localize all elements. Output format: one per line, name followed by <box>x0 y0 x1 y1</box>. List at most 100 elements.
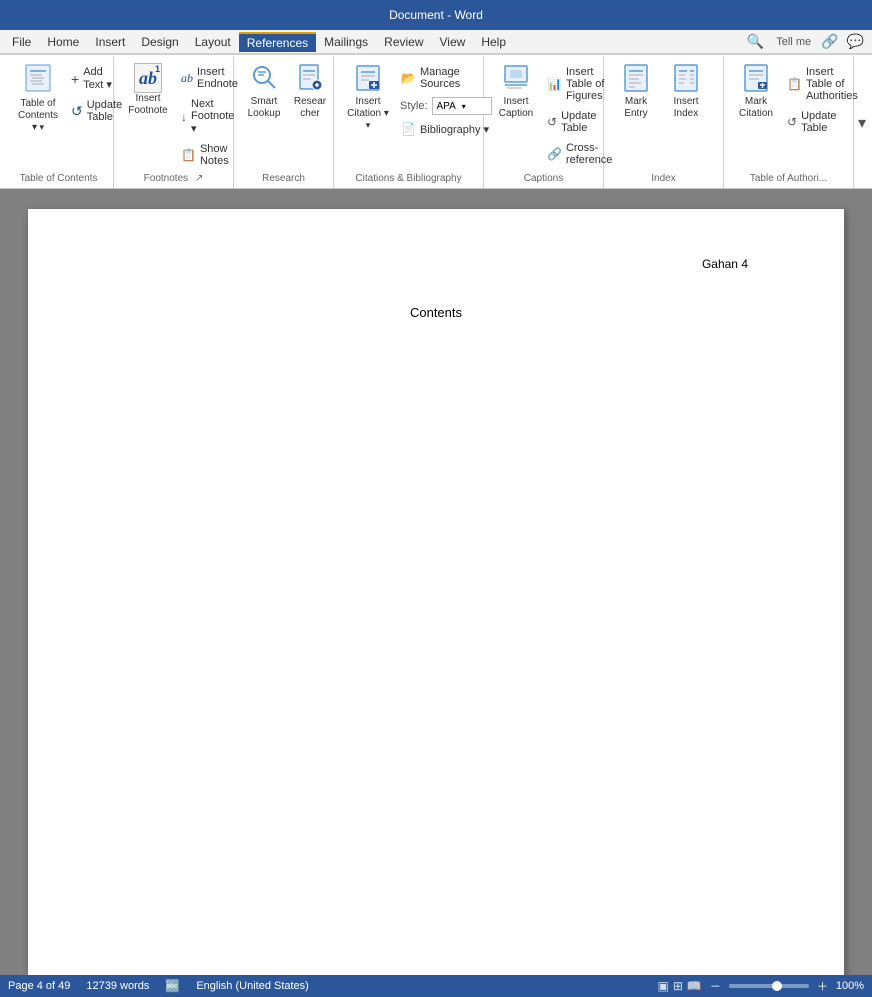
insert-caption-label: InsertCaption <box>499 96 533 120</box>
language-label: English (United States) <box>196 980 309 992</box>
insert-endnote-button[interactable]: ab Insert Endnote <box>176 63 243 93</box>
document-page[interactable]: Gahan 4 Contents <box>28 209 844 975</box>
next-footnote-label: Next Footnote ▾ <box>191 98 238 135</box>
page-info: Page 4 of 49 <box>8 980 70 992</box>
insert-footnote-button[interactable]: ab 1 InsertFootnote <box>122 59 174 121</box>
insert-index-label: InsertIndex <box>673 96 698 120</box>
zoom-in-icon[interactable]: ＋ <box>817 978 828 994</box>
zoom-level: 100% <box>836 980 864 992</box>
insert-caption-button[interactable]: InsertCaption <box>492 59 540 124</box>
bibliography-button[interactable]: 📄 Bibliography ▾ <box>396 119 496 139</box>
menu-review[interactable]: Review <box>376 33 431 51</box>
mark-entry-label: MarkEntry <box>624 96 647 120</box>
table-of-contents-button[interactable]: Table ofContents ▾ <box>12 59 64 138</box>
menu-insert[interactable]: Insert <box>87 33 133 51</box>
bibliography-label: Bibliography ▾ <box>420 123 489 136</box>
manage-sources-button[interactable]: 📂 Manage Sources <box>396 63 496 93</box>
word-count: 12739 words <box>86 980 149 992</box>
menu-view[interactable]: View <box>432 33 474 51</box>
authorities-group-label: Table of Authori... <box>732 172 845 186</box>
researcher-icon <box>296 63 324 96</box>
next-footnote-icon: ↓ <box>181 110 187 124</box>
insert-caption-icon <box>502 63 530 96</box>
menu-mailings[interactable]: Mailings <box>316 33 376 51</box>
read-mode-icon[interactable]: 📖 <box>687 979 702 993</box>
menu-layout[interactable]: Layout <box>187 33 239 51</box>
ribbon-group-toc: Table ofContents ▾ + Add Text ▾ ↺ Update… <box>4 57 114 188</box>
style-dropdown[interactable]: APA ▾ <box>432 97 492 115</box>
mark-entry-icon <box>622 63 650 96</box>
mark-citation-icon <box>742 63 770 96</box>
search-icon[interactable]: 🔍 <box>741 33 770 50</box>
comments-icon[interactable]: 💬 <box>843 33 868 50</box>
style-row: Style: APA ▾ <box>396 96 496 116</box>
menu-help[interactable]: Help <box>473 33 514 51</box>
tell-me[interactable]: Tell me <box>770 36 817 48</box>
update-table-icon: ↺ <box>71 103 83 120</box>
footnotes-group-label: Footnotes ↗ <box>122 172 225 186</box>
mark-citation-button[interactable]: MarkCitation <box>732 59 780 124</box>
footnote-icon: ab 1 <box>134 63 162 93</box>
research-group-label: Research <box>242 172 325 186</box>
insert-index-icon <box>672 63 700 96</box>
footnote-label: InsertFootnote <box>128 93 167 117</box>
footnotes-expand-icon[interactable]: ↗ <box>195 173 203 184</box>
view-icons: ▣ ⊞ 📖 <box>658 979 702 993</box>
show-notes-button[interactable]: 📋 Show Notes <box>176 140 243 170</box>
menu-home[interactable]: Home <box>39 33 87 51</box>
zoom-out-icon[interactable]: － <box>710 978 721 994</box>
smart-lookup-label: SmartLookup <box>248 96 281 120</box>
manage-sources-label: Manage Sources <box>420 66 491 90</box>
zoom-thumb <box>772 981 782 991</box>
share-icon[interactable]: 🔗 <box>817 33 842 50</box>
mark-citation-label: MarkCitation <box>739 96 773 120</box>
menu-bar: File Home Insert Design Layout Reference… <box>0 30 872 54</box>
menu-design[interactable]: Design <box>133 33 186 51</box>
update-table-authorities-button[interactable]: ↺ Update Table <box>782 107 863 137</box>
insert-citation-icon <box>354 63 382 96</box>
ita-label: Insert Table of Authorities <box>806 66 858 102</box>
show-notes-icon: 📋 <box>181 148 196 162</box>
smart-lookup-button[interactable]: SmartLookup <box>242 59 286 124</box>
ribbon-group-captions: InsertCaption 📊 Insert Table of Figures … <box>484 57 604 188</box>
tof-icon: 📊 <box>547 77 562 91</box>
style-arrow-icon: ▾ <box>462 102 466 111</box>
ribbon-group-citations: InsertCitation ▾ 📂 Manage Sources Style:… <box>334 57 484 188</box>
next-footnote-button[interactable]: ↓ Next Footnote ▾ <box>176 95 243 138</box>
cross-ref-icon: 🔗 <box>547 147 562 161</box>
manage-sources-icon: 📂 <box>401 71 416 85</box>
menu-file[interactable]: File <box>4 33 39 51</box>
zoom-slider[interactable] <box>729 984 809 988</box>
insert-citation-button[interactable]: InsertCitation ▾ <box>342 59 394 136</box>
ita-icon: 📋 <box>787 77 802 91</box>
status-bar: Page 4 of 49 12739 words 🔤 English (Unit… <box>0 975 872 997</box>
endnote-icon: ab <box>181 71 193 86</box>
style-text-label: Style: <box>400 100 428 112</box>
index-group-label: Index <box>612 172 715 186</box>
toc-icon <box>24 63 52 97</box>
ribbon-group-research: SmartLookup Researc <box>234 57 334 188</box>
document-area: Gahan 4 Contents <box>0 189 872 975</box>
status-bar-right: ▣ ⊞ 📖 － ＋ 100% <box>658 978 865 994</box>
add-text-icon: + <box>71 71 79 87</box>
mark-entry-button[interactable]: MarkEntry <box>612 59 660 124</box>
endnote-label: Insert Endnote <box>197 66 238 90</box>
update-tf-icon: ↺ <box>547 115 557 129</box>
ribbon-group-authorities: MarkCitation 📋 Insert Table of Authoriti… <box>724 57 854 188</box>
document-title: Contents <box>124 305 748 320</box>
insert-index-button[interactable]: InsertIndex <box>662 59 710 124</box>
toc-group-label: Table of Contents <box>12 172 105 186</box>
app-title: Document - Word <box>389 8 483 22</box>
researcher-button[interactable]: Researcher <box>288 59 332 124</box>
language-icon[interactable]: 🔤 <box>165 979 180 993</box>
status-bar-left: Page 4 of 49 12739 words 🔤 English (Unit… <box>8 979 642 993</box>
print-layout-icon[interactable]: ▣ <box>658 979 669 993</box>
web-layout-icon[interactable]: ⊞ <box>673 979 683 993</box>
uta-label: Update Table <box>801 110 858 134</box>
bibliography-icon: 📄 <box>401 122 416 136</box>
insert-table-authorities-button[interactable]: 📋 Insert Table of Authorities <box>782 63 863 105</box>
uta-icon: ↺ <box>787 115 797 129</box>
captions-group-label: Captions <box>492 172 595 186</box>
ribbon-group-index: MarkEntry <box>604 57 724 188</box>
menu-references[interactable]: References <box>239 32 316 52</box>
